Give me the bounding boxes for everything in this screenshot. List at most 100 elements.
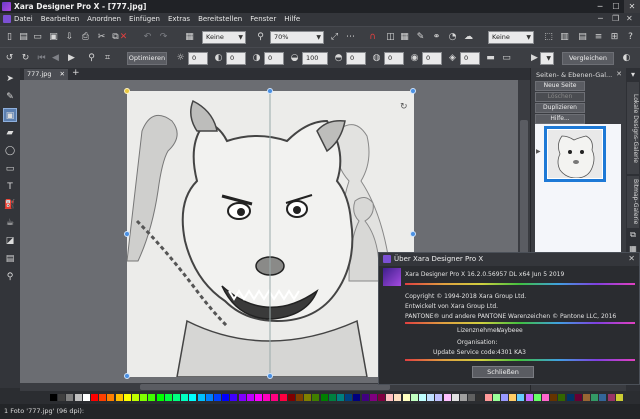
close-window-button[interactable]: ✕ xyxy=(624,0,640,13)
zoom-select[interactable]: 70% ▼ xyxy=(270,31,324,44)
color-picker-icon[interactable]: ✎ xyxy=(414,31,427,44)
zoom-icon[interactable]: ⚲ xyxy=(254,31,267,44)
print-icon[interactable]: ⎙ xyxy=(79,31,92,44)
color-swatch[interactable] xyxy=(542,394,549,401)
bevel-tool-icon[interactable]: ▤ xyxy=(3,252,17,266)
grid-icon[interactable]: ▦ xyxy=(398,31,411,44)
save-icon[interactable]: ▣ xyxy=(47,31,60,44)
crop-icon[interactable]: ⌗ xyxy=(101,52,114,65)
gamma-field[interactable]: 0 xyxy=(460,52,480,65)
new-tab-icon[interactable]: + xyxy=(72,68,80,78)
color-swatch[interactable] xyxy=(509,394,517,401)
sharpen-icon[interactable]: ◓ xyxy=(332,52,345,65)
menu-anordnen[interactable]: Anordnen xyxy=(87,15,121,23)
color-swatch[interactable] xyxy=(205,394,213,401)
sharpen-field[interactable]: 0 xyxy=(346,52,366,65)
color-swatch[interactable] xyxy=(345,394,353,401)
first-icon[interactable]: ⏮ xyxy=(35,52,48,65)
brightness-field[interactable]: 0 xyxy=(188,52,208,65)
color-swatch[interactable] xyxy=(394,394,402,401)
handle-middle-left[interactable] xyxy=(124,231,130,237)
rotate-left-icon[interactable]: ↺ xyxy=(3,52,16,65)
fill-select[interactable]: Keine ▼ xyxy=(202,31,246,44)
color-swatch[interactable] xyxy=(558,394,566,401)
import-icon[interactable]: ⇩ xyxy=(63,31,76,44)
remove-icon[interactable]: ✕ xyxy=(117,31,130,44)
doc-close-icon[interactable]: ✕ xyxy=(626,14,633,23)
menu-fenster[interactable]: Fenster xyxy=(250,15,276,23)
transparency-tool-icon[interactable]: ☕ xyxy=(3,216,17,230)
menu-bearbeiten[interactable]: Bearbeiten xyxy=(41,15,79,23)
gamma-icon[interactable]: ◈ xyxy=(446,52,459,65)
color-swatch[interactable] xyxy=(525,394,533,401)
color-swatch[interactable] xyxy=(189,394,197,401)
color-swatch[interactable] xyxy=(599,394,607,401)
color-swatch[interactable] xyxy=(460,394,467,401)
contrast-icon[interactable]: ◐ xyxy=(212,52,225,65)
duplicate-page-button[interactable]: Duplizieren xyxy=(535,103,585,113)
color-swatch[interactable] xyxy=(451,394,459,401)
document-tab[interactable]: 777.jpg ✕ xyxy=(24,69,68,80)
color-swatch[interactable] xyxy=(550,394,558,401)
intensity-field[interactable]: 100 xyxy=(302,52,328,65)
blur-icon[interactable]: ◍ xyxy=(370,52,383,65)
color-swatch[interactable] xyxy=(99,394,107,401)
color-swatch[interactable] xyxy=(591,394,599,401)
color-swatch[interactable] xyxy=(574,394,582,401)
handle-top-center[interactable] xyxy=(267,88,273,94)
handle-top-left[interactable] xyxy=(124,88,130,94)
close-dialog-button[interactable]: Schließen xyxy=(472,366,534,378)
play-select[interactable]: ▼ xyxy=(540,52,554,65)
gallery-pages-icon[interactable]: ⧉ xyxy=(628,230,638,240)
handle-bottom-left[interactable] xyxy=(124,373,130,379)
apply-icon[interactable]: ◐ xyxy=(620,52,633,65)
delete-page-button[interactable]: Löschen xyxy=(535,92,585,102)
eraser-tool-icon[interactable]: ▰ xyxy=(3,126,17,140)
fill-tool-icon[interactable]: ⛽ xyxy=(3,198,17,212)
align-icon[interactable]: ≡ xyxy=(592,31,605,44)
right-select[interactable]: Keine ▼ xyxy=(488,31,534,44)
color-swatch[interactable] xyxy=(197,394,205,401)
rotate-right-icon[interactable]: ↻ xyxy=(19,52,32,65)
color-swatch[interactable] xyxy=(369,394,377,401)
magic-wand-icon[interactable]: ⚲ xyxy=(85,52,98,65)
color-swatch[interactable] xyxy=(402,394,410,401)
color-swatch[interactable] xyxy=(320,394,328,401)
brightness-icon[interactable]: ☼ xyxy=(174,52,187,65)
color-swatch[interactable] xyxy=(107,394,115,401)
minimize-button[interactable]: ─ xyxy=(592,0,608,13)
zoom-fit-icon[interactable]: ⤢ xyxy=(328,31,341,44)
menu-extras[interactable]: Extras xyxy=(168,15,190,23)
horizontal-scroll-thumb[interactable] xyxy=(140,384,390,390)
color-swatch[interactable] xyxy=(58,394,66,401)
color-swatch[interactable] xyxy=(115,394,123,401)
color-swatch[interactable] xyxy=(164,394,172,401)
menu-datei[interactable]: Datei xyxy=(14,15,33,23)
help-icon[interactable]: ? xyxy=(624,31,637,44)
menu-bereitstellen[interactable]: Bereitstellen xyxy=(198,15,242,23)
freehand-tool-icon[interactable]: ✎ xyxy=(3,90,17,104)
color-swatch[interactable] xyxy=(476,394,484,401)
color-swatch[interactable] xyxy=(271,394,279,401)
arrange-icon[interactable]: ⊞ xyxy=(608,31,621,44)
color-swatch[interactable] xyxy=(296,394,303,401)
levels-icon[interactable]: ▭ xyxy=(500,52,513,65)
color-swatch[interactable] xyxy=(501,394,508,401)
color-swatch[interactable] xyxy=(230,394,238,401)
new-document-icon[interactable]: ▯ xyxy=(3,31,16,44)
layers-icon[interactable]: ▤ xyxy=(576,31,589,44)
link-icon[interactable]: ⚭ xyxy=(430,31,443,44)
color-swatch[interactable] xyxy=(386,394,394,401)
color-swatch[interactable] xyxy=(287,394,295,401)
handle-middle-right[interactable] xyxy=(410,231,416,237)
next-icon[interactable]: ▶ xyxy=(65,52,78,65)
maximize-button[interactable]: ☐ xyxy=(608,0,624,13)
doc-restore-icon[interactable]: ❐ xyxy=(612,14,619,23)
hue-icon[interactable]: ◉ xyxy=(408,52,421,65)
color-swatch[interactable] xyxy=(222,394,230,401)
shape-editor-tool-icon[interactable]: ◯ xyxy=(3,144,17,158)
color-swatch[interactable] xyxy=(337,394,344,401)
open-icon[interactable]: ▭ xyxy=(31,31,44,44)
shadow-tool-icon[interactable]: ◪ xyxy=(3,234,17,248)
color-swatch[interactable] xyxy=(214,394,221,401)
